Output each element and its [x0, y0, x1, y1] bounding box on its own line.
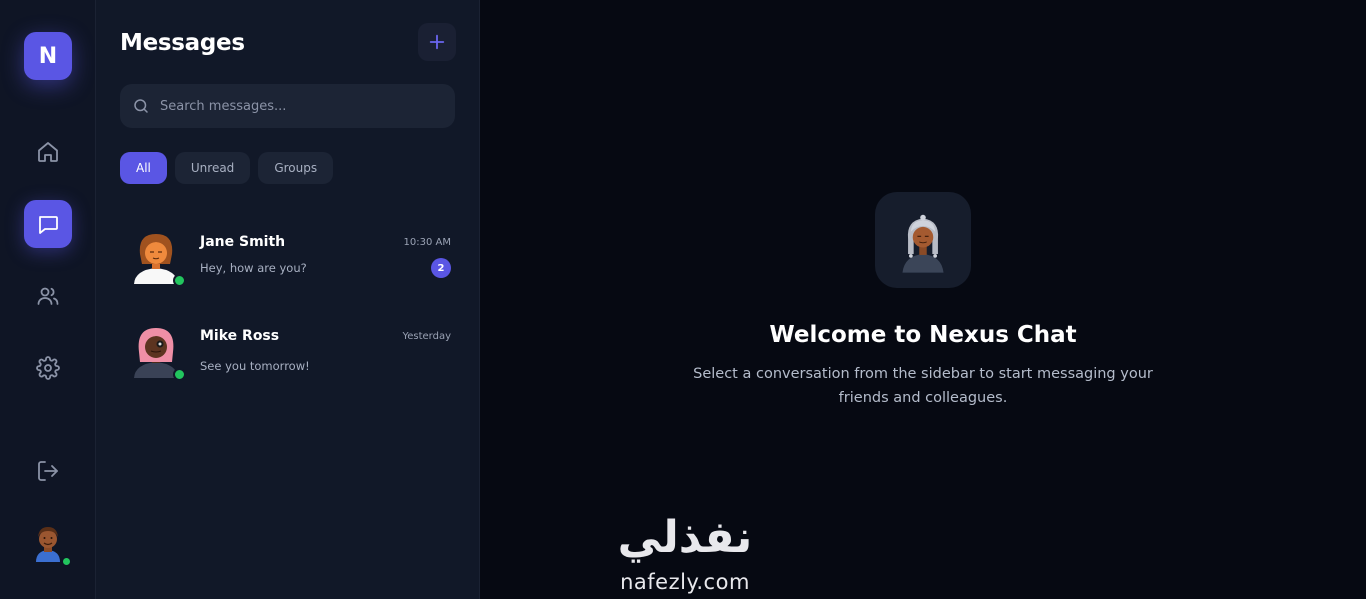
watermark-arabic: نفذلي [617, 512, 753, 563]
nav-contacts-button[interactable] [24, 272, 72, 320]
filter-all[interactable]: All [120, 152, 167, 184]
welcome-subtitle: Select a conversation from the sidebar t… [693, 366, 1153, 406]
nav-rail: N [0, 0, 96, 599]
search-bar [120, 84, 455, 128]
welcome-title: Welcome to Nexus Chat [769, 322, 1077, 348]
plus-icon [429, 34, 445, 50]
search-icon [134, 99, 148, 113]
users-icon [37, 287, 59, 305]
message-time: 10:30 AM [403, 237, 451, 248]
user-online-indicator [62, 557, 71, 566]
message-preview: Hey, how are you? [200, 261, 307, 275]
watermark-url: nafezly.com [620, 570, 750, 594]
settings-icon [36, 356, 60, 380]
unread-badge: 2 [431, 258, 451, 278]
conversation-panel: Messages All Unread Groups Jane Smith 10… [96, 0, 480, 599]
avatar-illustration [902, 214, 944, 273]
avatar [134, 328, 178, 378]
nav-settings-button[interactable] [24, 344, 72, 392]
new-conversation-button[interactable] [418, 23, 456, 61]
contact-name: Mike Ross [200, 328, 280, 344]
filter-unread[interactable]: Unread [174, 152, 251, 184]
conversation-item[interactable]: Mike Ross Yesterday See you tomorrow! [120, 314, 455, 394]
logout-icon [38, 461, 58, 481]
user-avatar[interactable] [28, 522, 68, 562]
watermark-logo: نفذلي nafezly.com [600, 508, 770, 599]
app-logo[interactable]: N [24, 32, 72, 80]
search-input[interactable] [160, 98, 440, 114]
home-icon [38, 142, 58, 162]
online-indicator [173, 274, 186, 287]
nav-home-button[interactable] [24, 128, 72, 176]
panel-title: Messages [120, 30, 245, 56]
contact-name: Jane Smith [200, 234, 286, 250]
filter-groups[interactable]: Groups [258, 152, 334, 184]
message-time: Yesterday [402, 331, 451, 342]
online-indicator [173, 368, 186, 381]
welcome-illustration [875, 192, 971, 288]
chat-icon [39, 216, 58, 234]
filter-tabs: All Unread Groups [120, 152, 334, 184]
message-preview: See you tomorrow! [200, 359, 310, 373]
logout-button[interactable] [24, 447, 72, 495]
conversation-item[interactable]: Jane Smith 10:30 AM Hey, how are you? 2 [120, 220, 455, 300]
nav-messages-button[interactable] [24, 200, 72, 248]
avatar [134, 234, 178, 284]
